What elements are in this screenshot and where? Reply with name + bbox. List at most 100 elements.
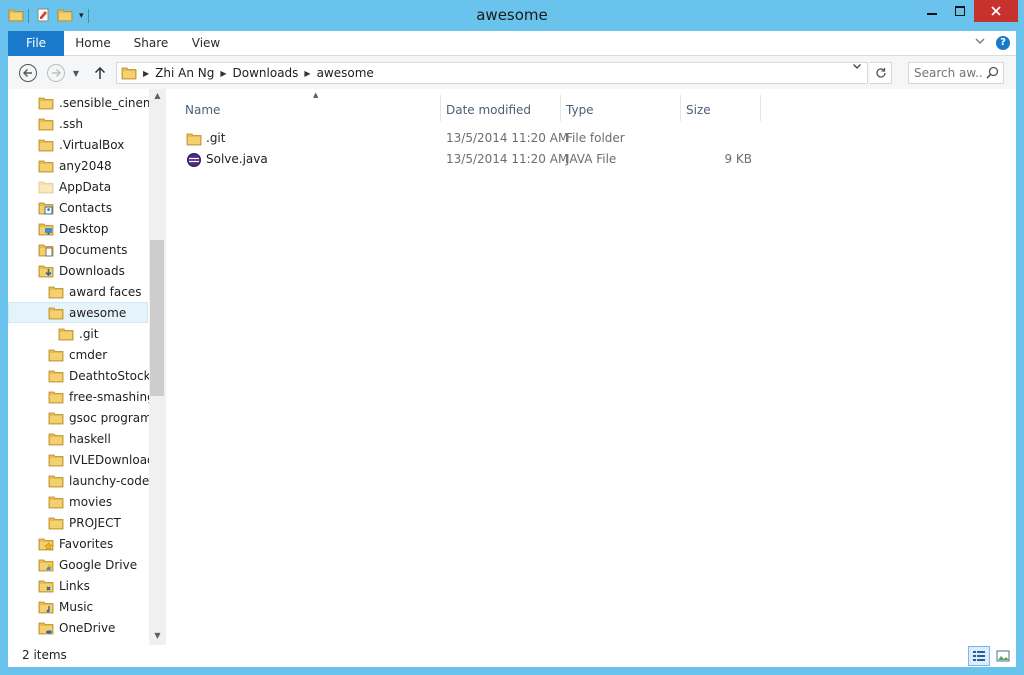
item-count: 2 items [22,648,67,662]
navigation-pane: .sensible_cinema .ssh .VirtualBox any2048 Ap… [8,89,166,645]
ribbon-tabs: File Home Share View ? [8,31,1016,56]
minimize-button[interactable] [918,0,946,22]
file-size: 9 KB [724,152,752,166]
column-header-type[interactable]: Type [559,97,679,123]
status-bar: 2 items [8,645,1016,667]
nav-tree-item[interactable]: DeathtoStock [48,365,151,386]
nav-tree-item[interactable]: Contacts [38,197,112,218]
search-box[interactable] [908,62,1004,84]
nav-tree-label: Contacts [59,200,112,215]
tab-home[interactable]: Home [70,31,116,56]
music-folder-icon [38,599,54,615]
title-bar: ▾ awesome [0,0,1024,31]
nav-tree-item[interactable]: Documents [38,239,127,260]
maximize-button[interactable] [946,0,974,22]
file-row[interactable]: .git 13/5/2014 11:20 AM File folder [186,128,766,149]
file-date-modified: 13/5/2014 11:20 AM [446,152,569,166]
nav-tree-label: awesome [69,305,127,320]
tab-view[interactable]: View [184,31,228,56]
folder-icon [38,95,54,111]
nav-tree-item[interactable]: movies [48,491,112,512]
nav-tree-label: Google Drive [59,557,138,572]
folder-icon [48,347,64,363]
nav-tree-item[interactable]: award faces [48,281,142,302]
breadcrumb-item[interactable]: Zhi An Ng [151,66,218,80]
nav-tree-item[interactable]: cmder [48,344,107,365]
nav-tree-label: Music [59,599,94,614]
nav-scrollbar[interactable]: ▲ ▼ [149,89,166,645]
breadcrumb-arrow[interactable]: ▶ [218,69,228,78]
column-header-date-modified[interactable]: Date modified [439,97,559,123]
scroll-down-icon[interactable]: ▼ [149,629,166,643]
folder-icon [48,305,64,321]
nav-tree-item[interactable]: .VirtualBox [38,134,124,155]
recent-locations-button[interactable]: ▼ [70,63,82,83]
nav-tree-item[interactable]: .ssh [38,113,83,134]
folder-icon [48,473,64,489]
address-box[interactable]: ▶ Zhi An Ng ▶ Downloads ▶ awesome [116,62,868,84]
nav-tree-item[interactable]: awesome [8,302,148,323]
nav-tree-item[interactable]: Favorites [38,533,113,554]
folder-icon [48,389,64,405]
up-button[interactable] [92,63,108,83]
nav-tree-item[interactable]: Links [38,575,90,596]
folder-icon [48,368,64,384]
refresh-button[interactable] [870,62,892,84]
breadcrumb-arrow[interactable]: ▶ [141,69,151,78]
nav-tree-item[interactable]: gsoc programs [48,407,158,428]
large-icons-view-icon [996,650,1010,662]
nav-tree-label: .git [79,326,99,341]
nav-tree-item[interactable]: PROJECT [48,512,121,533]
help-icon[interactable]: ? [996,36,1010,50]
folder-hidden-icon [38,179,54,195]
column-divider[interactable] [760,95,761,121]
file-name: Solve.java [206,152,268,166]
nav-tree-item[interactable]: Music [38,596,93,617]
file-row[interactable]: Solve.java 13/5/2014 11:20 AM JAVA File 9 K… [186,149,766,170]
large-icons-view-button[interactable] [992,646,1014,666]
details-view-button[interactable] [968,646,990,666]
tab-share[interactable]: Share [128,31,174,56]
breadcrumb-item[interactable]: awesome [313,66,378,80]
nav-tree-item[interactable]: free-smashing- [48,386,159,407]
explorer-window: File Home Share View ? ▼ ▶ Zhi An Ng ▶ D… [8,31,1016,667]
breadcrumb-arrow[interactable]: ▶ [302,69,312,78]
refresh-icon [875,68,886,78]
column-header-size[interactable]: Size [679,97,759,123]
file-name-cell: Solve.java [186,149,268,170]
nav-tree-label: Desktop [59,221,109,236]
nav-tree-item[interactable]: .sensible_cinema [38,92,162,113]
search-input[interactable] [909,63,983,83]
nav-tree-item[interactable]: OneDrive [38,617,115,638]
nav-tree-item[interactable]: .git [58,323,98,344]
nav-tree-label: OneDrive [59,620,116,635]
folder-icon [48,494,64,510]
folder-icon [48,452,64,468]
folder-icon [48,284,64,300]
back-button[interactable] [18,63,38,83]
nav-tree-item[interactable]: Google Drive [38,554,137,575]
column-header-name[interactable]: Name [178,97,440,123]
nav-tree-item[interactable]: IVLEDownloade [48,449,162,470]
file-name: .git [206,131,226,145]
nav-tree-item[interactable]: Downloads [38,260,125,281]
nav-tree-label: .ssh [59,116,83,131]
nav-tree-item[interactable]: Desktop [38,218,109,239]
search-icon[interactable] [986,66,999,82]
breadcrumb-item[interactable]: Downloads [229,66,303,80]
address-history-dropdown[interactable] [850,61,864,74]
nav-tree-item[interactable]: haskell [48,428,111,449]
google-drive-folder-icon [38,557,54,573]
tab-file[interactable]: File [8,31,64,56]
scroll-up-icon[interactable]: ▲ [149,89,166,103]
nav-tree-item[interactable]: any2048 [38,155,112,176]
nav-tree-item[interactable]: AppData [38,176,111,197]
expand-ribbon-button[interactable] [974,35,988,51]
nav-tree-item[interactable]: launchy-code [48,470,149,491]
nav-tree-label: free-smashing- [69,389,160,404]
close-button[interactable] [974,0,1018,22]
desktop-folder-icon [38,221,54,237]
forward-button[interactable] [46,63,66,83]
scroll-thumb[interactable] [150,240,164,396]
folder-icon [38,158,54,174]
